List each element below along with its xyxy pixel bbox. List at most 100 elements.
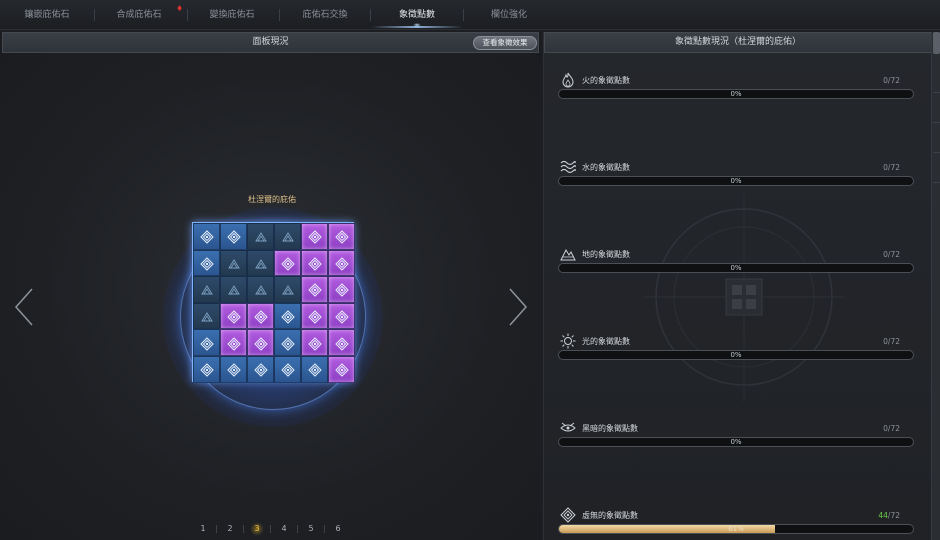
board-panel: 面板現況 查看象徵效果 杜涅爾的庇佑 1 2 3 4 5 6	[0, 32, 541, 540]
page-button-4[interactable]: 4	[277, 522, 291, 536]
board-slot[interactable]	[220, 329, 247, 356]
board-slot[interactable]	[301, 249, 328, 277]
page-button-3[interactable]: 3	[250, 522, 264, 536]
board-slot[interactable]	[247, 276, 274, 303]
page-button-2[interactable]: 2	[223, 522, 237, 536]
light-symbol-row: 光的象徵點數 0/72 0%	[558, 333, 916, 373]
scrollbar-notch	[933, 122, 940, 123]
void-stone-icon	[307, 256, 322, 271]
board-slot[interactable]	[220, 302, 247, 330]
board-slot[interactable]	[301, 355, 328, 383]
board-slot[interactable]	[274, 276, 301, 303]
tab-exchange-stones[interactable]: 庇佑石交換	[287, 0, 363, 30]
board-slot[interactable]	[274, 355, 301, 383]
window-scrollbar[interactable]	[931, 32, 940, 540]
fire-symbol-icon	[560, 72, 576, 88]
symbol-count: 0/72	[883, 337, 900, 346]
board-slot[interactable]	[247, 249, 274, 277]
board-slot[interactable]	[301, 223, 328, 250]
void-stone-icon	[307, 336, 322, 351]
void-stone-icon	[334, 229, 349, 245]
new-alert-icon: ♦	[176, 4, 184, 13]
board-slot[interactable]	[193, 249, 220, 277]
symbol-label: 火的象徵點數	[582, 76, 630, 85]
board-slot[interactable]	[301, 276, 328, 303]
board-slot[interactable]	[220, 249, 247, 277]
void-stone-icon	[253, 336, 268, 351]
board-slot[interactable]	[220, 355, 247, 383]
void-stone-icon	[199, 229, 214, 245]
page-button-5[interactable]: 5	[304, 522, 318, 536]
empty-slot-rune-icon	[200, 309, 214, 323]
void-stone-icon	[226, 229, 241, 245]
empty-slot-rune-icon	[254, 229, 268, 243]
board-slot[interactable]	[247, 355, 274, 383]
empty-slot-rune-icon	[227, 282, 241, 296]
view-symbol-effect-button[interactable]: 查看象徵效果	[473, 36, 537, 50]
symbol-progress-bar: 0%	[558, 437, 914, 447]
void-stone-icon	[199, 336, 214, 351]
board-slot[interactable]	[220, 276, 247, 303]
board-slot[interactable]	[193, 329, 220, 356]
void-stone-icon	[199, 256, 214, 271]
symbol-label: 水的象徵點數	[582, 163, 630, 172]
top-tab-bar: 鑲嵌庇佑石 合成庇佑石 ♦ 變換庇佑石 庇佑石交換 象徵點數 欄位強化	[0, 0, 940, 30]
board-slot[interactable]	[247, 329, 274, 356]
symbol-label: 光的象徵點數	[582, 337, 630, 346]
board-panel-header: 面板現況 查看象徵效果	[2, 32, 539, 53]
board-slot[interactable]	[274, 329, 301, 356]
page-button-6[interactable]: 6	[331, 522, 345, 536]
tab-divider	[279, 9, 280, 21]
page-button-1[interactable]: 1	[196, 522, 210, 536]
void-stone-icon	[334, 336, 349, 351]
board-slot[interactable]	[193, 355, 220, 383]
tab-combine-stones[interactable]: 合成庇佑石	[102, 0, 176, 30]
symbol-status-panel: 象徵點數現況（杜涅爾的庇佑） 火的象徵點數 0/72 0% 水的象徵點數 0/7…	[543, 32, 932, 540]
empty-slot-rune-icon	[254, 256, 268, 270]
void-stone-icon	[334, 309, 349, 324]
tab-transform-stones[interactable]: 變換庇佑石	[195, 0, 269, 30]
board-slot[interactable]	[328, 329, 355, 356]
board-slot[interactable]	[274, 302, 301, 330]
progress-percent: 0%	[730, 438, 742, 446]
scrollbar-notch	[933, 152, 940, 153]
board-slot[interactable]	[193, 276, 220, 303]
scrollbar-notch	[933, 92, 940, 93]
void-stone-icon	[226, 362, 241, 377]
void-stone-icon	[253, 309, 268, 324]
void-stone-icon	[307, 362, 322, 377]
empty-slot-rune-icon	[254, 282, 268, 296]
board-slot[interactable]	[328, 249, 355, 277]
progress-percent: 0%	[730, 264, 742, 272]
symbol-label: 地的象徵點數	[582, 250, 630, 259]
board-slot[interactable]	[301, 329, 328, 356]
progress-percent: 61%	[728, 525, 744, 533]
pager-divider	[324, 525, 325, 533]
pager-divider	[297, 525, 298, 533]
tab-inlay-stones[interactable]: 鑲嵌庇佑石	[10, 0, 84, 30]
board-slot[interactable]	[328, 302, 355, 330]
symbol-progress-bar: 0%	[558, 89, 914, 99]
dark-symbol-row: 黑暗的象徵點數 0/72 0%	[558, 420, 916, 460]
board-slot[interactable]	[274, 223, 301, 250]
tab-slot-enhance[interactable]: 欄位強化	[471, 0, 547, 30]
active-tab-indicator	[371, 23, 463, 28]
next-board-arrow-icon[interactable]	[508, 287, 528, 327]
scrollbar-thumb[interactable]	[933, 32, 940, 54]
board-slot[interactable]	[247, 302, 274, 330]
pager-divider	[216, 525, 217, 533]
board-slot[interactable]	[301, 302, 328, 330]
board-slot[interactable]	[220, 223, 247, 250]
void-symbol-row: 虛無的象徵點數 44/72 61%	[558, 507, 916, 540]
progress-percent: 0%	[730, 177, 742, 185]
board-slot[interactable]	[328, 355, 355, 383]
empty-slot-rune-icon	[200, 282, 214, 296]
board-slot[interactable]	[328, 223, 355, 250]
board-slot[interactable]	[328, 276, 355, 303]
board-slot[interactable]	[274, 249, 301, 277]
prev-board-arrow-icon[interactable]	[14, 287, 34, 327]
board-slot[interactable]	[247, 223, 274, 250]
board-slot[interactable]	[193, 302, 220, 330]
void-stone-icon	[280, 309, 295, 324]
board-slot[interactable]	[193, 223, 220, 250]
